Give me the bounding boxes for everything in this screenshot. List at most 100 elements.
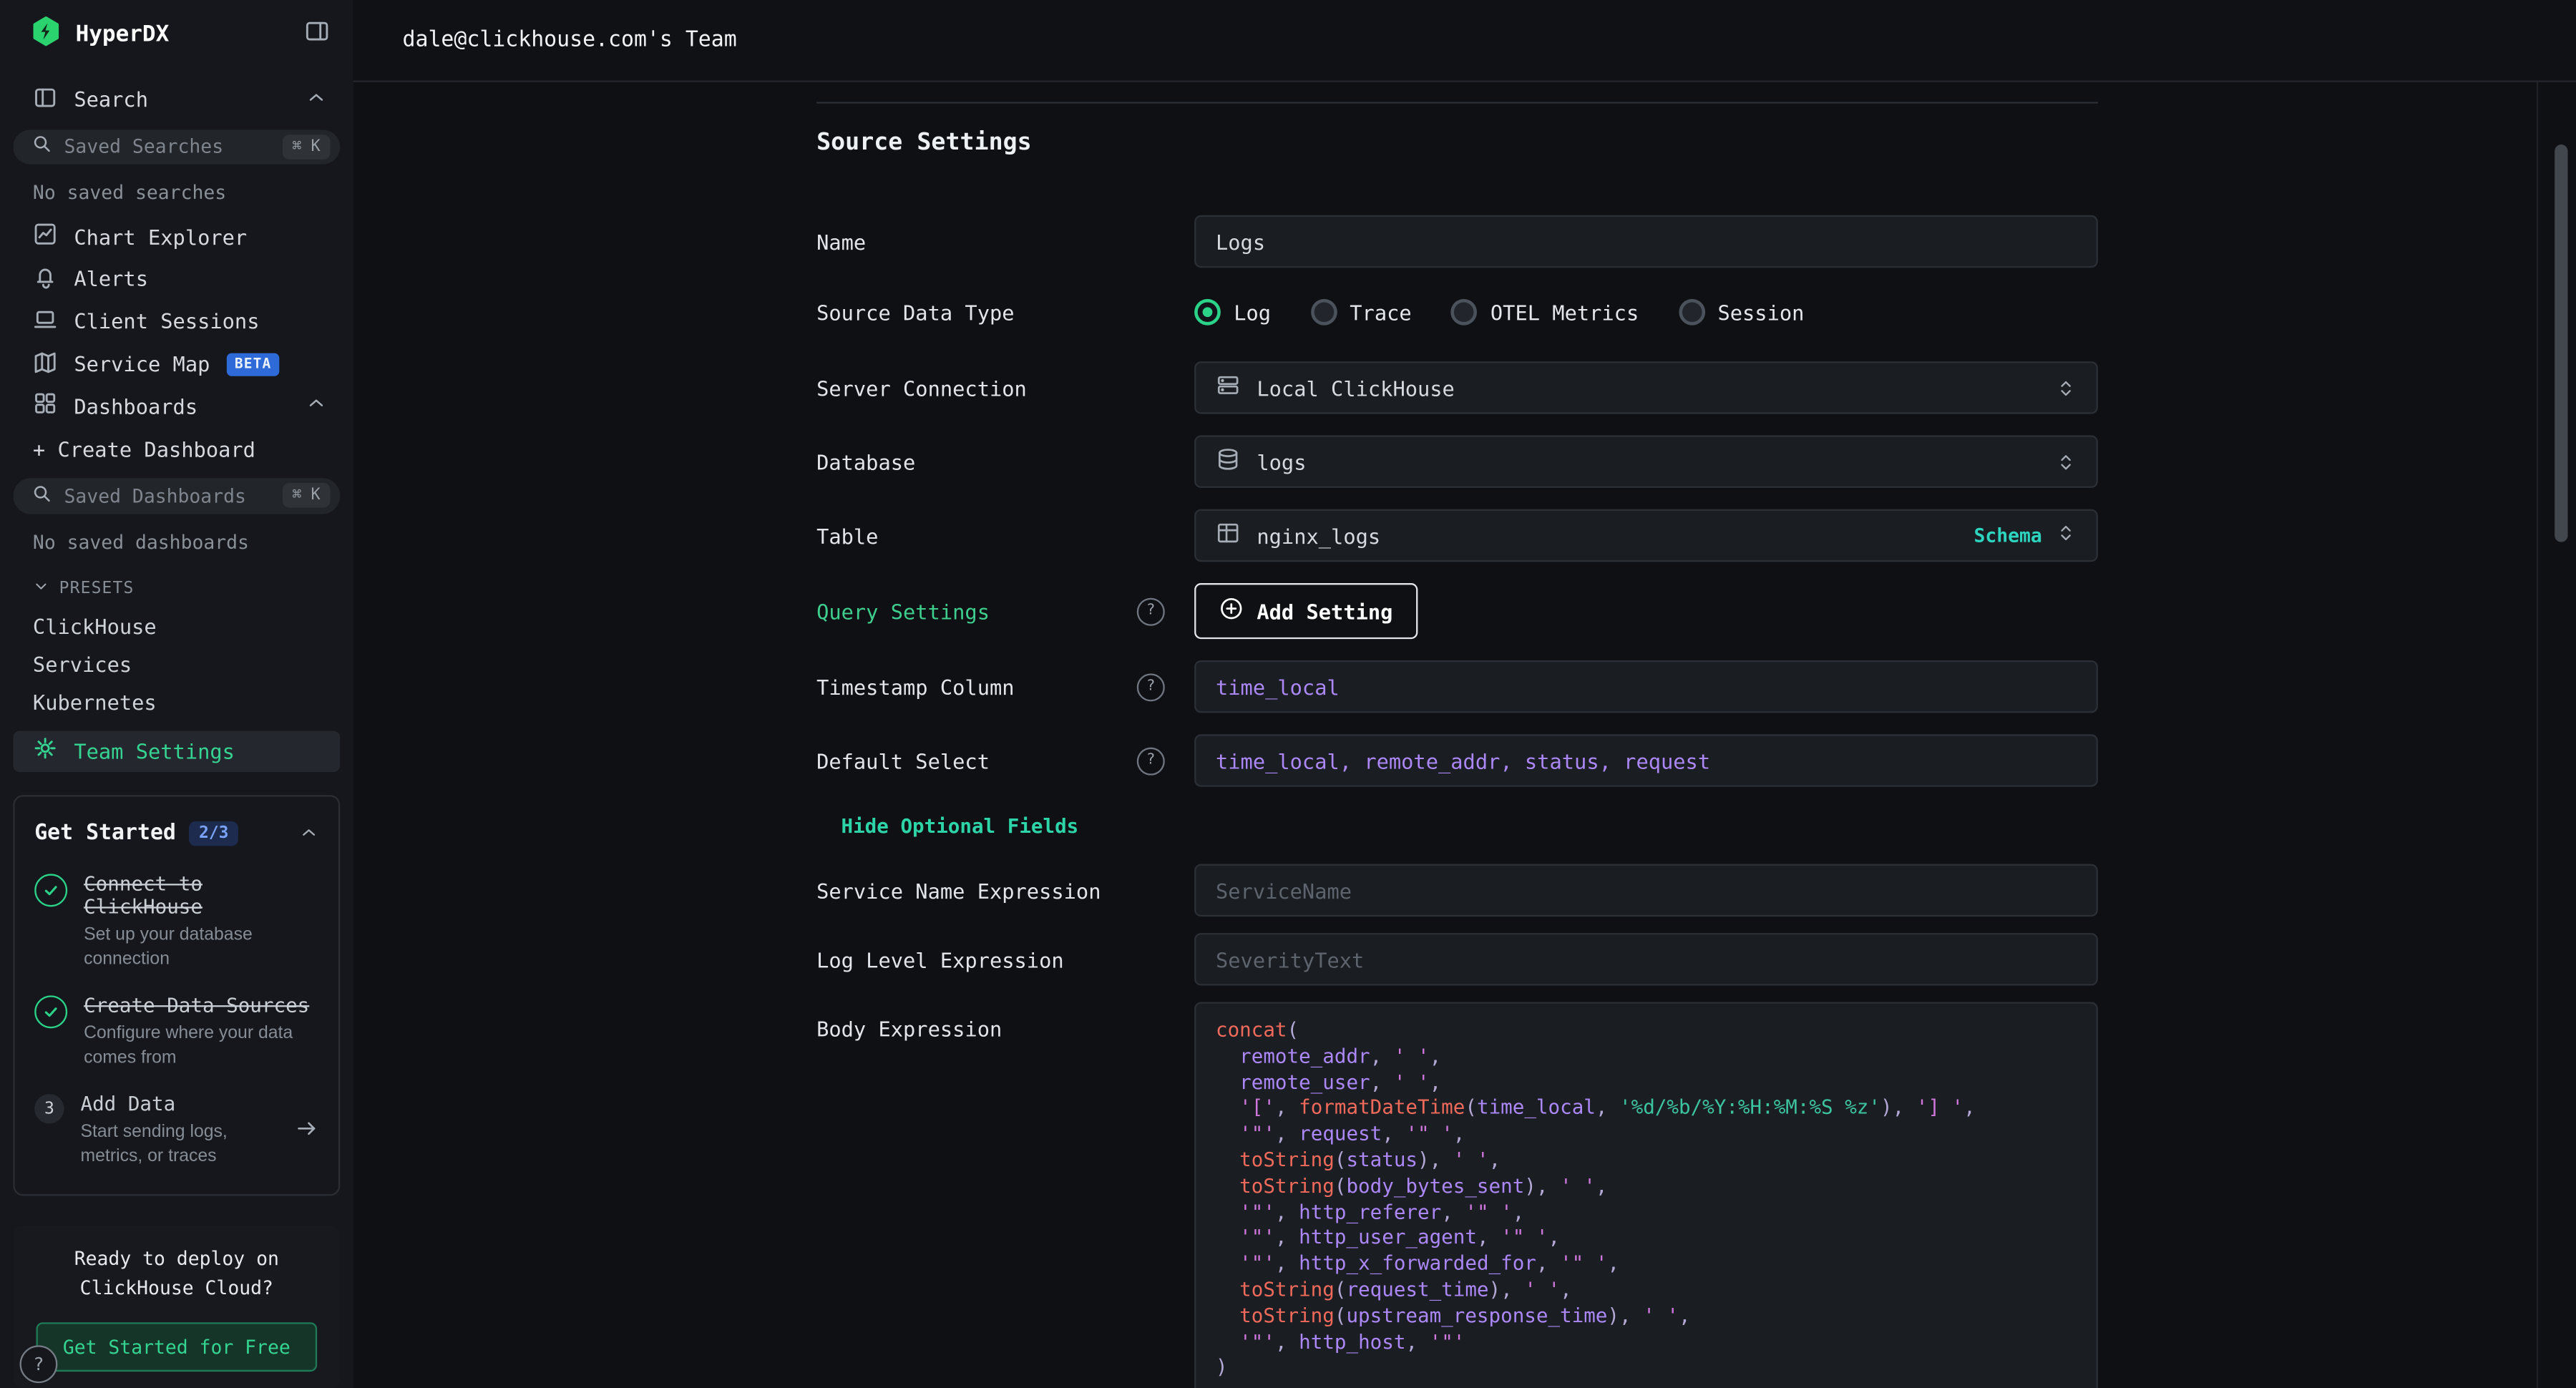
database-label: Database [816, 449, 915, 474]
sidebar-item-label: + Create Dashboard [33, 436, 255, 461]
radio-trace[interactable]: Trace [1310, 299, 1412, 326]
sidebar-item-label: Client Sessions [74, 309, 259, 333]
hide-optional-fields-link[interactable]: Hide Optional Fields [841, 815, 1079, 838]
schema-link[interactable]: Schema [1974, 524, 2041, 547]
form-row-default-select: Default Select ? time_local, remote_addr… [816, 734, 2098, 786]
default-select-input[interactable]: time_local, remote_addr, status, request [1194, 734, 2098, 786]
step-desc: Configure where your data comes from [84, 1022, 318, 1071]
saved-searches-input[interactable]: Saved Searches ⌘ K [13, 129, 340, 165]
get-started-step-1[interactable]: Connect to ClickHouse Set up your databa… [34, 872, 318, 973]
hyperdx-logo[interactable]: HyperDX [29, 14, 169, 54]
server-connection-label: Server Connection [816, 376, 1027, 400]
body-expression-code[interactable]: concat( remote_addr, ' ', remote_user, '… [1194, 1002, 2098, 1388]
sidebar-item-dashboards[interactable]: Dashboards [0, 385, 353, 427]
sidebar-item-label: Team Settings [74, 739, 235, 763]
log-level-input[interactable]: SeverityText [1194, 933, 2098, 985]
scrollbar-thumb[interactable] [2555, 145, 2567, 542]
sidebar-item-alerts[interactable]: Alerts [0, 258, 353, 300]
team-title: dale@clickhouse.com's Team [402, 28, 736, 52]
service-name-label: Service Name Expression [816, 878, 1101, 902]
get-started-card: Get Started 2/3 Connect to ClickHouse Se… [13, 795, 340, 1197]
step-number: 3 [34, 1095, 64, 1124]
sidebar-item-create-dashboard[interactable]: + Create Dashboard [0, 428, 353, 470]
shortcut-badge: ⌘ K [283, 484, 331, 508]
question-icon[interactable]: ? [1137, 673, 1165, 700]
map-icon [33, 349, 57, 378]
question-icon[interactable]: ? [1137, 746, 1165, 774]
preset-item-kubernetes[interactable]: Kubernetes [0, 683, 353, 721]
database-select[interactable]: logs [1194, 435, 2098, 487]
step-title: Connect to ClickHouse [84, 872, 318, 918]
saved-searches-placeholder: Saved Searches [64, 135, 224, 158]
hyperdx-app: HyperDX Search Saved Searches ⌘ K No sav… [0, 0, 2576, 1388]
updown-chevron-icon [2055, 522, 2077, 549]
check-icon [34, 995, 67, 1028]
source-settings-form: Source Settings Name Logs Source Data Ty… [816, 82, 2098, 1388]
server-connection-value: Local ClickHouse [1257, 376, 1454, 400]
cloud-get-started-button[interactable]: Get Started for Free [36, 1322, 318, 1372]
body-expression-label: Body Expression [816, 1017, 1002, 1041]
step-title: Create Data Sources [84, 994, 318, 1017]
step-desc: Set up your database connection [84, 923, 318, 972]
no-saved-dashboards-text: No saved dashboards [0, 522, 353, 565]
main-area: dale@clickhouse.com's Team Source Settin… [353, 0, 2576, 1388]
radio-session[interactable]: Session [1678, 299, 1804, 326]
table-select[interactable]: nginx_logs Schema [1194, 509, 2098, 562]
source-type-radio-group: Log Trace OTEL Metrics Session [1194, 289, 2098, 335]
radio-label: Session [1717, 300, 1804, 324]
name-input[interactable]: Logs [1194, 215, 2098, 268]
sidebar-item-service-map[interactable]: Service Map BETA [0, 343, 353, 385]
chart-icon [33, 222, 57, 251]
chevron-down-icon [33, 578, 49, 600]
server-connection-select[interactable]: Local ClickHouse [1194, 361, 2098, 414]
chevron-up-icon [306, 87, 327, 113]
table-value: nginx_logs [1257, 523, 1380, 547]
plus-circle-icon [1219, 596, 1244, 625]
sidebar-item-search[interactable]: Search [0, 78, 353, 120]
sidebar-item-client-sessions[interactable]: Client Sessions [0, 300, 353, 343]
grid-icon [33, 391, 57, 421]
help-button[interactable]: ? [20, 1345, 58, 1383]
table-icon [1216, 521, 1240, 550]
get-started-step-2[interactable]: Create Data Sources Configure where your… [34, 994, 318, 1071]
presets-label: PRESETS [59, 580, 135, 597]
radio-label: Trace [1350, 300, 1411, 324]
default-select-label: Default Select [816, 748, 990, 773]
section-divider [816, 102, 2098, 103]
form-row-timestamp: Timestamp Column ? time_local [816, 660, 2098, 713]
radio-log[interactable]: Log [1194, 299, 1271, 326]
saved-dashboards-input[interactable]: Saved Dashboards ⌘ K [13, 478, 340, 514]
search-icon [31, 134, 53, 160]
preset-item-clickhouse[interactable]: ClickHouse [0, 607, 353, 645]
database-icon [1216, 446, 1240, 476]
question-icon[interactable]: ? [1137, 597, 1165, 625]
updown-chevron-icon [2055, 377, 2077, 399]
chevron-up-icon[interactable] [299, 818, 319, 849]
sidebar-collapse-icon[interactable] [304, 18, 331, 51]
form-row-log-level: Log Level Expression SeverityText [816, 933, 2098, 985]
name-label: Name [816, 229, 866, 253]
radio-dot [1451, 299, 1478, 326]
source-data-type-label: Source Data Type [816, 300, 1014, 324]
no-saved-searches-text: No saved searches [0, 172, 353, 215]
server-icon [1216, 373, 1240, 402]
timestamp-input[interactable]: time_local [1194, 660, 2098, 713]
sidebar-item-label: Dashboards [74, 394, 197, 419]
add-setting-button[interactable]: Add Setting [1194, 583, 1418, 639]
presets-section-header[interactable]: PRESETS [0, 565, 353, 607]
search-view-icon [33, 84, 57, 114]
database-value: logs [1257, 449, 1306, 474]
preset-item-services[interactable]: Services [0, 645, 353, 683]
get-started-step-3[interactable]: 3 Add Data Start sending logs, metrics, … [34, 1093, 318, 1170]
radio-otel-metrics[interactable]: OTEL Metrics [1451, 299, 1639, 326]
form-row-database: Database logs [816, 435, 2098, 487]
beta-badge: BETA [226, 353, 280, 376]
sidebar-item-label: Alerts [74, 267, 148, 291]
service-name-input[interactable]: ServiceName [1194, 864, 2098, 917]
sidebar-item-team-settings[interactable]: Team Settings [13, 730, 340, 771]
saved-dashboards-placeholder: Saved Dashboards [64, 484, 246, 507]
sidebar-item-label: Service Map [74, 351, 210, 376]
form-row-table: Table nginx_logs Schema [816, 509, 2098, 562]
sidebar-item-chart-explorer[interactable]: Chart Explorer [0, 215, 353, 258]
arrow-right-icon [296, 1116, 318, 1148]
